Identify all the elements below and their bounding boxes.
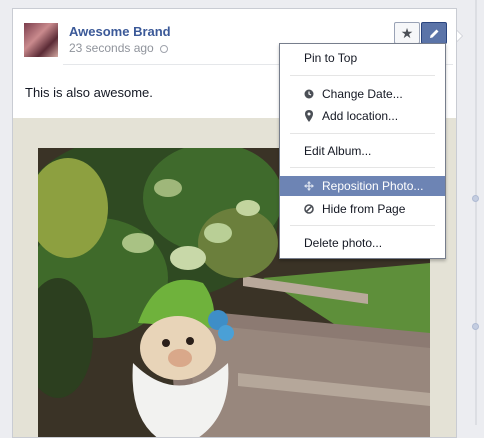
- post-timestamp[interactable]: 23 seconds ago: [69, 41, 168, 55]
- menu-divider: [290, 225, 435, 226]
- timeline-dot: [472, 323, 479, 330]
- edit-button[interactable]: [421, 22, 447, 44]
- author-name[interactable]: Awesome Brand: [69, 24, 171, 39]
- post-text: This is also awesome.: [25, 85, 153, 100]
- photo-options-menu: Pin to Top Change Date... Add location..…: [279, 43, 446, 259]
- menu-item-hide-from-page[interactable]: Hide from Page: [280, 199, 445, 219]
- menu-item-delete-photo[interactable]: Delete photo...: [280, 233, 445, 253]
- menu-item-add-location[interactable]: Add location...: [280, 106, 445, 126]
- menu-divider: [290, 167, 435, 168]
- timeline-line: [475, 0, 477, 425]
- avatar[interactable]: [24, 23, 58, 57]
- menu-item-change-date[interactable]: Change Date...: [280, 84, 445, 104]
- location-pin-icon: [305, 110, 313, 122]
- menu-divider: [290, 133, 435, 134]
- move-arrows-icon: [304, 181, 314, 191]
- menu-item-edit-album[interactable]: Edit Album...: [280, 141, 445, 161]
- clock-icon: [304, 89, 314, 99]
- menu-item-reposition-photo[interactable]: Reposition Photo...: [280, 176, 445, 196]
- menu-item-pin-to-top[interactable]: Pin to Top: [280, 48, 445, 68]
- star-icon: ★: [400, 24, 414, 41]
- menu-divider: [290, 75, 435, 76]
- block-icon: [304, 204, 314, 214]
- timeline-dot: [472, 195, 479, 202]
- globe-icon: [159, 45, 168, 53]
- timestamp-text[interactable]: 23 seconds ago: [69, 41, 154, 55]
- pencil-icon: [429, 29, 438, 38]
- star-button[interactable]: ★: [394, 22, 420, 44]
